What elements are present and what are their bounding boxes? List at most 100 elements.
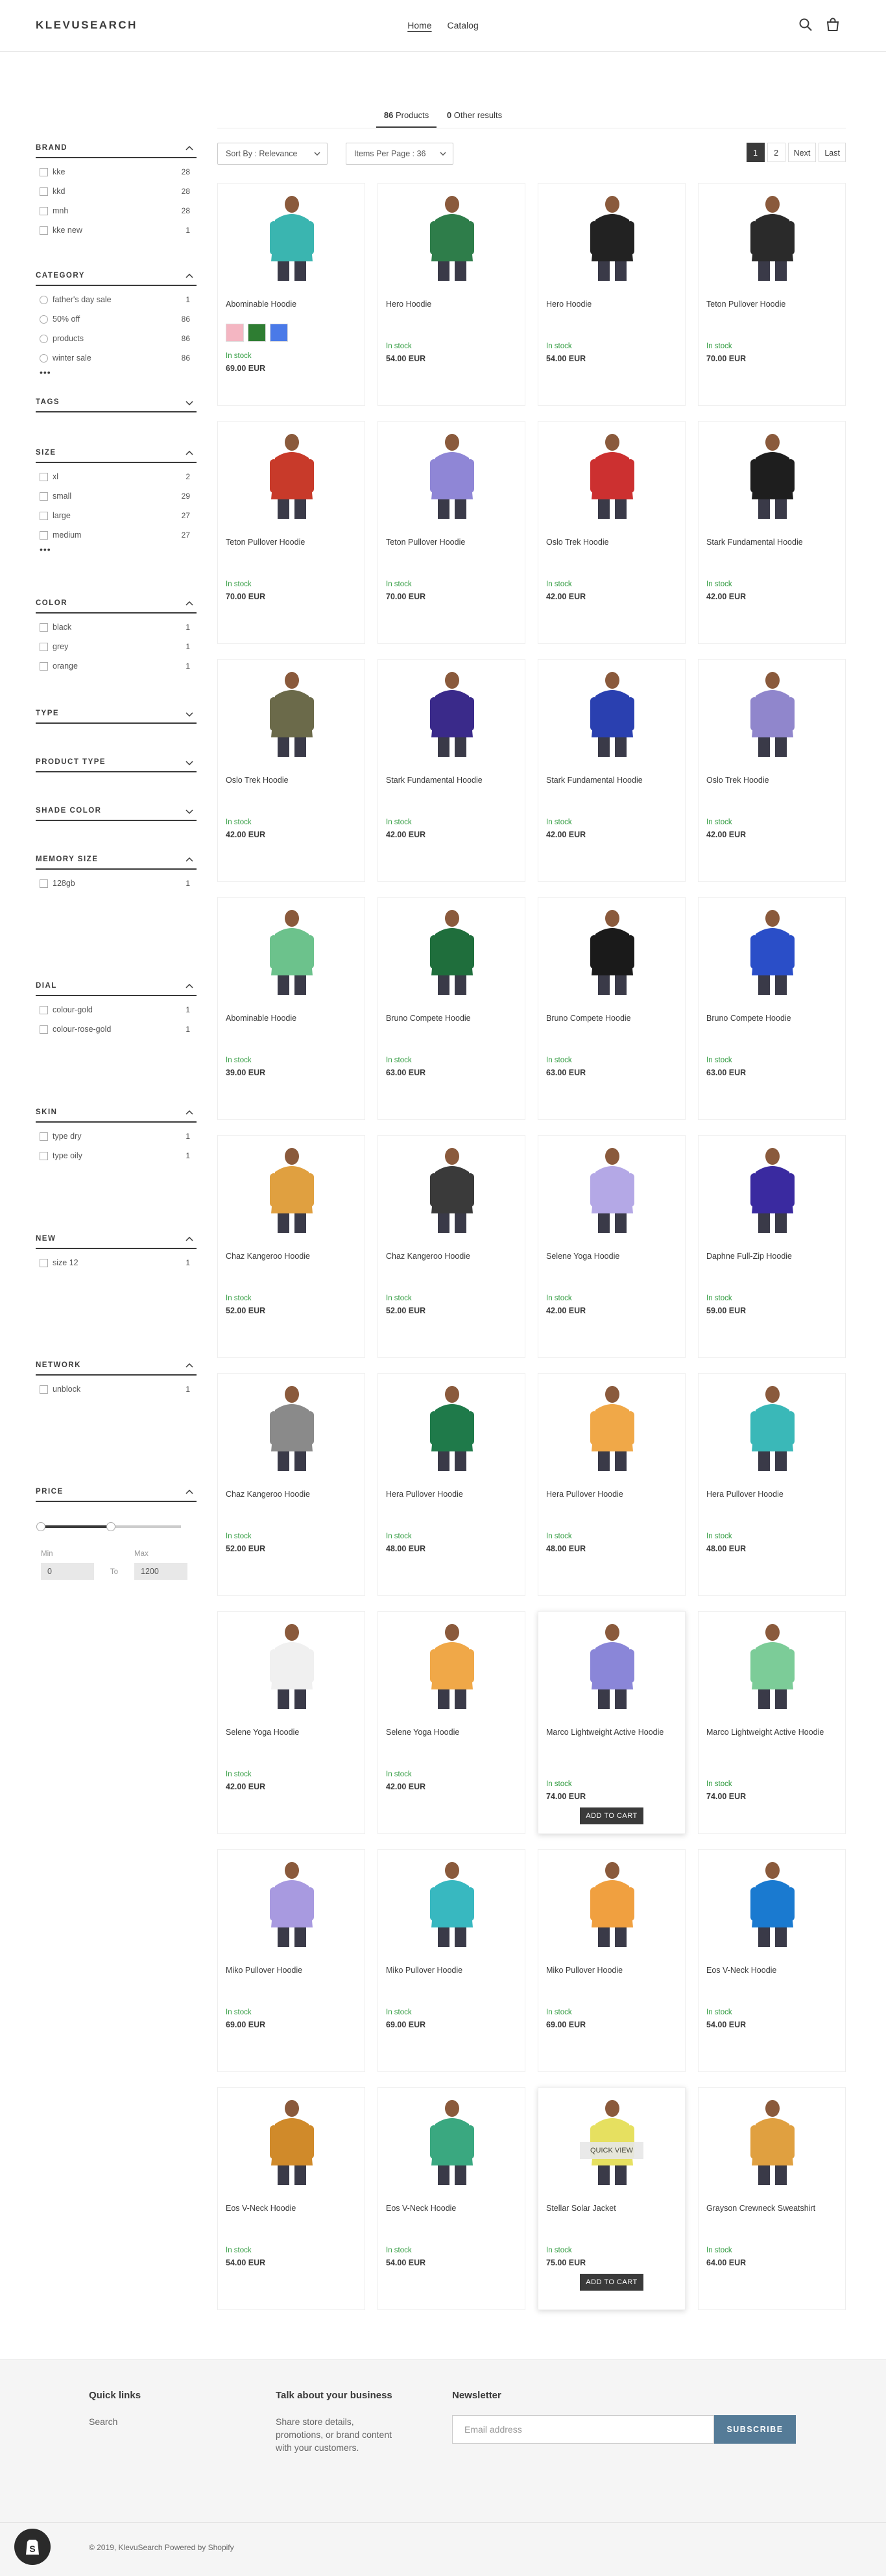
product-image[interactable] <box>724 2093 820 2189</box>
checkbox[interactable] <box>40 1385 48 1394</box>
product-card[interactable]: Miko Pullover Hoodie In stock 69.00 EUR <box>538 1849 686 2072</box>
product-image[interactable] <box>564 2093 660 2189</box>
chevron-up-icon[interactable] <box>185 1235 194 1244</box>
product-name[interactable]: Daphne Full-Zip Hoodie <box>706 1251 836 1262</box>
filter-option[interactable]: large 27 <box>36 506 197 525</box>
product-card[interactable]: Abominable Hoodie In stock 69.00 EUR <box>217 183 365 406</box>
product-card[interactable]: Marco Lightweight Active Hoodie In stock 7… <box>538 1611 686 1834</box>
product-card[interactable]: Chaz Kangeroo Hoodie In stock 52.00 EUR <box>217 1135 365 1358</box>
product-name[interactable]: Hera Pullover Hoodie <box>706 1489 836 1500</box>
filter-option[interactable]: 128gb 1 <box>36 874 197 893</box>
product-card[interactable]: Miko Pullover Hoodie In stock 69.00 EUR <box>377 1849 525 2072</box>
radio-button[interactable] <box>40 335 48 343</box>
checkbox[interactable] <box>40 1152 48 1160</box>
product-name[interactable]: Oslo Trek Hoodie <box>706 775 836 786</box>
product-image[interactable] <box>564 665 660 761</box>
filter-header[interactable]: TYPE <box>36 707 197 724</box>
checkbox[interactable] <box>40 531 48 540</box>
product-image[interactable] <box>724 1617 820 1713</box>
filter-header[interactable]: TAGS <box>36 396 197 412</box>
chevron-up-icon[interactable] <box>185 982 194 991</box>
product-name[interactable]: Selene Yoga Hoodie <box>386 1727 516 1738</box>
product-name[interactable]: Abominable Hoodie <box>226 1013 355 1024</box>
product-name[interactable]: Miko Pullover Hoodie <box>226 1965 355 1976</box>
product-name[interactable]: Hera Pullover Hoodie <box>546 1489 676 1500</box>
filter-header[interactable]: PRICE <box>36 1485 197 1502</box>
product-image[interactable] <box>724 903 820 999</box>
product-image[interactable] <box>564 903 660 999</box>
filter-option[interactable]: type dry 1 <box>36 1127 197 1146</box>
product-name[interactable]: Selene Yoga Hoodie <box>226 1727 355 1738</box>
product-card[interactable]: Selene Yoga Hoodie In stock 42.00 EUR <box>377 1611 525 1834</box>
product-card[interactable]: Bruno Compete Hoodie In stock 63.00 EUR <box>698 897 846 1120</box>
subscribe-button[interactable]: SUBSCRIBE <box>714 2415 796 2444</box>
product-card[interactable]: Selene Yoga Hoodie In stock 42.00 EUR <box>217 1611 365 1834</box>
filter-option[interactable]: black 1 <box>36 617 197 637</box>
price-max-input[interactable]: 1200 <box>134 1563 187 1580</box>
product-image[interactable] <box>724 1855 820 1951</box>
quick-view-button[interactable]: QUICK VIEW <box>580 2142 643 2159</box>
product-name[interactable]: Oslo Trek Hoodie <box>546 537 676 548</box>
checkbox[interactable] <box>40 1259 48 1267</box>
filter-option[interactable]: size 12 1 <box>36 1253 197 1272</box>
product-name[interactable]: Eos V-Neck Hoodie <box>706 1965 836 1976</box>
product-card[interactable]: Eos V-Neck Hoodie In stock 54.00 EUR <box>217 2087 365 2310</box>
filter-option[interactable]: mnh 28 <box>36 201 197 221</box>
chevron-up-icon[interactable] <box>185 272 194 281</box>
chevron-up-icon[interactable] <box>185 855 194 865</box>
product-card[interactable]: Hera Pullover Hoodie In stock 48.00 EUR <box>538 1373 686 1596</box>
product-image[interactable] <box>244 665 340 761</box>
filter-option[interactable]: orange 1 <box>36 656 197 676</box>
product-card[interactable]: Oslo Trek Hoodie In stock 42.00 EUR <box>538 421 686 644</box>
checkbox[interactable] <box>40 207 48 215</box>
product-card[interactable]: Oslo Trek Hoodie In stock 42.00 EUR <box>698 659 846 882</box>
page-2[interactable]: 2 <box>767 143 785 162</box>
product-image[interactable] <box>724 189 820 285</box>
product-name[interactable]: Miko Pullover Hoodie <box>546 1965 676 1976</box>
newsletter-email-input[interactable]: Email address <box>452 2415 714 2444</box>
product-name[interactable]: Stellar Solar Jacket <box>546 2203 676 2214</box>
product-image[interactable] <box>404 1379 500 1475</box>
filter-option[interactable]: kke 28 <box>36 162 197 182</box>
product-name[interactable]: Eos V-Neck Hoodie <box>386 2203 516 2214</box>
color-swatch[interactable] <box>226 324 244 342</box>
checkbox[interactable] <box>40 512 48 520</box>
chevron-up-icon[interactable] <box>185 1361 194 1370</box>
chevron-up-icon[interactable] <box>185 1108 194 1117</box>
radio-button[interactable] <box>40 315 48 324</box>
filter-option[interactable]: kkd 28 <box>36 182 197 201</box>
per-page-select[interactable]: Items Per Page : 36 <box>346 143 453 165</box>
chevron-up-icon[interactable] <box>185 144 194 153</box>
product-image[interactable] <box>724 1379 820 1475</box>
product-name[interactable]: Teton Pullover Hoodie <box>226 537 355 548</box>
checkbox[interactable] <box>40 623 48 632</box>
product-name[interactable]: Hera Pullover Hoodie <box>386 1489 516 1500</box>
product-name[interactable]: Bruno Compete Hoodie <box>386 1013 516 1024</box>
product-card[interactable]: Teton Pullover Hoodie In stock 70.00 EUR <box>377 421 525 644</box>
product-card[interactable]: Stark Fundamental Hoodie In stock 42.00 EU… <box>538 659 686 882</box>
chevron-down-icon[interactable] <box>185 758 194 767</box>
filter-header[interactable]: PRODUCT TYPE <box>36 756 197 772</box>
filter-header[interactable]: MEMORY SIZE <box>36 853 197 870</box>
price-slider-max-handle[interactable] <box>106 1522 115 1531</box>
product-image[interactable] <box>404 1855 500 1951</box>
product-image[interactable] <box>404 1617 500 1713</box>
radio-button[interactable] <box>40 354 48 363</box>
filter-header[interactable]: SIZE <box>36 446 197 463</box>
product-image[interactable] <box>724 427 820 523</box>
tab-products[interactable]: 86 Products <box>376 110 437 128</box>
checkbox[interactable] <box>40 643 48 651</box>
product-card[interactable]: Abominable Hoodie In stock 39.00 EUR <box>217 897 365 1120</box>
color-swatch[interactable] <box>248 324 266 342</box>
shopify-badge-icon[interactable]: S <box>14 2529 51 2565</box>
show-more-button[interactable]: ••• <box>36 545 197 558</box>
product-image[interactable] <box>244 903 340 999</box>
product-card[interactable]: Chaz Kangeroo Hoodie In stock 52.00 EUR <box>377 1135 525 1358</box>
chevron-up-icon[interactable] <box>185 599 194 608</box>
checkbox[interactable] <box>40 1006 48 1014</box>
filter-option[interactable]: 50% off 86 <box>36 309 197 329</box>
filter-option[interactable]: grey 1 <box>36 637 197 656</box>
product-name[interactable]: Eos V-Neck Hoodie <box>226 2203 355 2214</box>
filter-option[interactable]: products 86 <box>36 329 197 348</box>
tab-other-results[interactable]: 0 Other results <box>439 110 510 126</box>
